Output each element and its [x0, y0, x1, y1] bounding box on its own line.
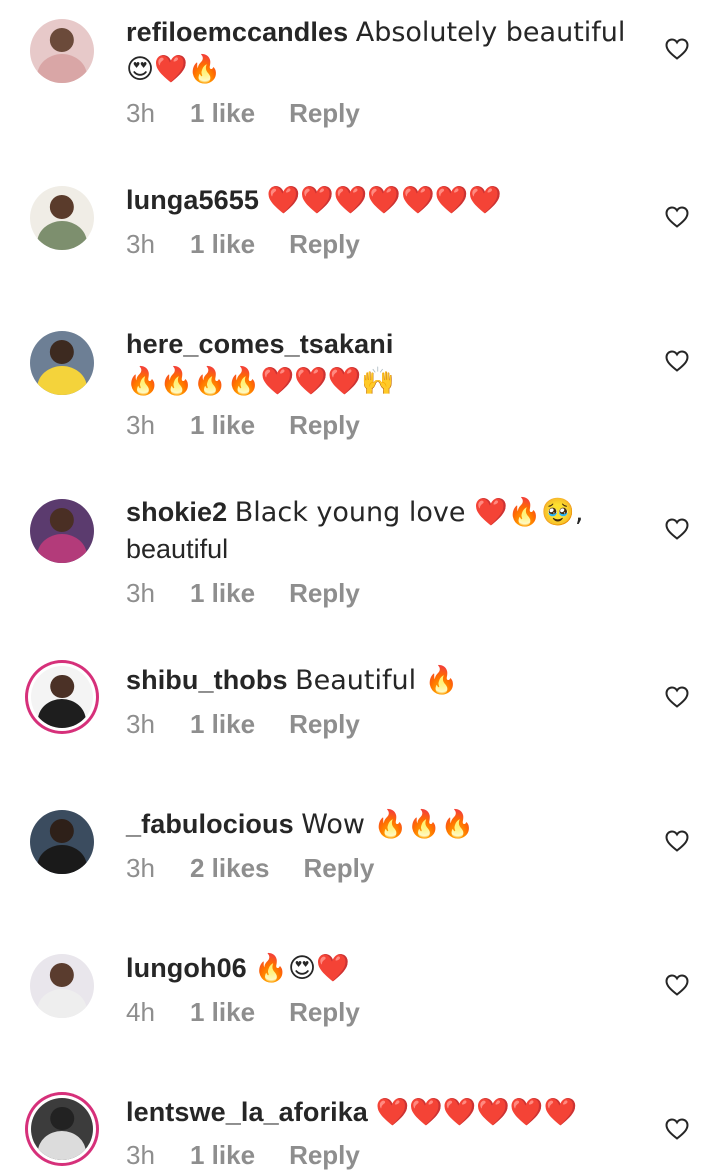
- comment-text: Black young love ❤️🔥🥹,: [234, 497, 584, 528]
- like-heart-icon[interactable]: [664, 348, 690, 374]
- comment-time: 3h: [126, 709, 155, 739]
- comment-username[interactable]: shokie2: [126, 497, 227, 527]
- comment-username[interactable]: lunga5655: [126, 185, 259, 215]
- comment-time: 3h: [126, 410, 155, 440]
- reply-button[interactable]: Reply: [304, 853, 375, 884]
- reply-button[interactable]: Reply: [289, 578, 360, 609]
- comment-text-line2: beautiful: [126, 534, 229, 564]
- reply-button[interactable]: Reply: [289, 98, 360, 129]
- comment-text: ❤️❤️❤️❤️❤️❤️❤️: [266, 185, 502, 216]
- comment-text-line2: 🔥🔥🔥🔥❤️❤️❤️🙌: [126, 366, 395, 397]
- reply-button[interactable]: Reply: [289, 1140, 360, 1171]
- comment-text: Wow 🔥🔥🔥: [301, 809, 475, 840]
- comment-time: 3h: [126, 98, 155, 128]
- comment-username[interactable]: lungoh06: [126, 953, 247, 983]
- avatar[interactable]: [26, 1093, 98, 1165]
- comment-text: ❤️❤️❤️❤️❤️❤️: [375, 1097, 578, 1128]
- comment-time: 3h: [126, 1140, 155, 1170]
- comment-likes[interactable]: 2 likes: [190, 853, 270, 884]
- comment-text: 🔥😍❤️: [254, 953, 350, 984]
- comment-text-line2: 😍❤️🔥: [126, 54, 222, 85]
- like-heart-icon[interactable]: [664, 516, 690, 542]
- avatar[interactable]: [26, 495, 98, 567]
- comment-likes[interactable]: 1 like: [190, 709, 255, 740]
- reply-button[interactable]: Reply: [289, 709, 360, 740]
- comment-username[interactable]: shibu_thobs: [126, 665, 288, 695]
- comment-username[interactable]: here_comes_tsakani: [126, 329, 393, 359]
- comment-time: 3h: [126, 853, 155, 883]
- reply-button[interactable]: Reply: [289, 229, 360, 260]
- comment-time: 4h: [126, 997, 155, 1027]
- like-heart-icon[interactable]: [664, 204, 690, 230]
- like-heart-icon[interactable]: [664, 1116, 690, 1142]
- comment-username[interactable]: refiloemccandles: [126, 17, 348, 47]
- reply-button[interactable]: Reply: [289, 997, 360, 1028]
- comment-username[interactable]: lentswe_la_aforika: [126, 1097, 368, 1127]
- comment-text: Beautiful 🔥: [295, 665, 459, 696]
- comment-likes[interactable]: 1 like: [190, 98, 255, 129]
- comment-username[interactable]: _fabulocious: [126, 809, 294, 839]
- comment-likes[interactable]: 1 like: [190, 997, 255, 1028]
- like-heart-icon[interactable]: [664, 684, 690, 710]
- comment-text: Absolutely beautiful: [355, 17, 626, 48]
- avatar[interactable]: [26, 182, 98, 254]
- reply-button[interactable]: Reply: [289, 410, 360, 441]
- like-heart-icon[interactable]: [664, 972, 690, 998]
- like-heart-icon[interactable]: [664, 828, 690, 854]
- comment-time: 3h: [126, 229, 155, 259]
- avatar[interactable]: [26, 327, 98, 399]
- like-heart-icon[interactable]: [664, 36, 690, 62]
- avatar[interactable]: [26, 806, 98, 878]
- comment-likes[interactable]: 1 like: [190, 1140, 255, 1171]
- comment-likes[interactable]: 1 like: [190, 578, 255, 609]
- comment-likes[interactable]: 1 like: [190, 229, 255, 260]
- avatar[interactable]: [26, 661, 98, 733]
- comment-time: 3h: [126, 578, 155, 608]
- comment-likes[interactable]: 1 like: [190, 410, 255, 441]
- avatar[interactable]: [26, 950, 98, 1022]
- avatar[interactable]: [26, 15, 98, 87]
